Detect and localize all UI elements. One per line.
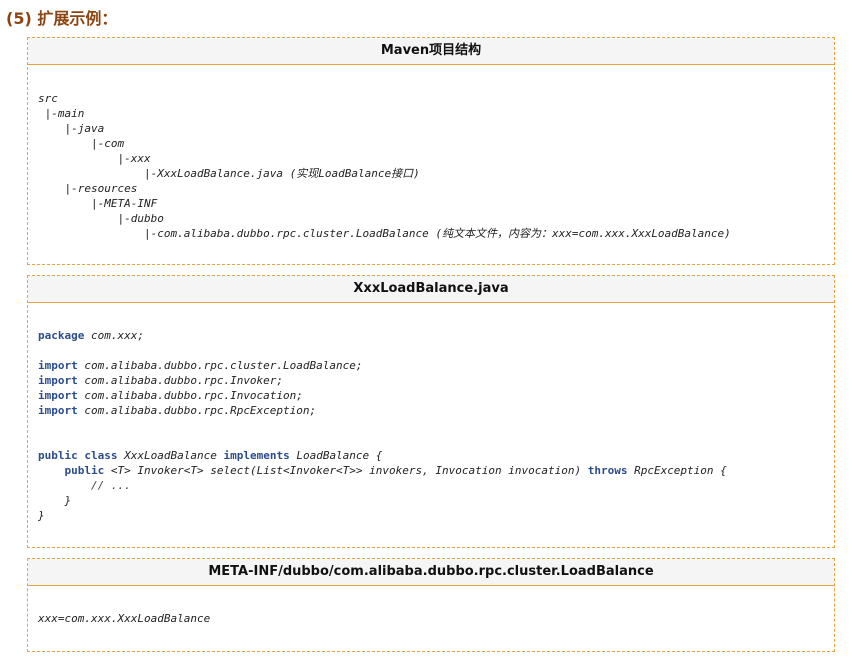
meta-inf-content: xxx=com.xxx.XxxLoadBalance	[38, 611, 824, 626]
maven-structure-panel: Maven项目结构 src |-main |-java |-com |-xxx …	[27, 37, 835, 265]
java-source-title: XxxLoadBalance.java	[28, 276, 834, 303]
tree-line: |-com.alibaba.dubbo.rpc.cluster.LoadBala…	[38, 227, 731, 240]
import-path: com.alibaba.dubbo.rpc.RpcException;	[77, 404, 317, 417]
keyword-import: import	[38, 389, 78, 402]
directory-tree: src |-main |-java |-com |-xxx |-XxxLoadB…	[38, 91, 824, 241]
tree-line: |-META-INF	[38, 197, 158, 210]
method-signature: <T> Invoker<T> select(List<Invoker<T>> i…	[104, 464, 588, 477]
tree-line: |-java	[38, 122, 105, 135]
tree-line: |-main	[38, 107, 85, 120]
keyword-import: import	[38, 404, 78, 417]
tree-line: |-dubbo	[38, 212, 164, 225]
class-close-brace: }	[38, 509, 45, 522]
keyword-class: class	[84, 449, 118, 462]
import-path: com.alibaba.dubbo.rpc.Invoker;	[77, 374, 284, 387]
keyword-throws: throws	[587, 464, 628, 477]
java-source-panel: XxxLoadBalance.java package com.xxx; imp…	[27, 275, 835, 548]
tree-line: src	[38, 92, 58, 105]
tree-line: |-xxx	[38, 152, 151, 165]
keyword-import: import	[38, 359, 78, 372]
import-path: com.alibaba.dubbo.rpc.cluster.LoadBalanc…	[77, 359, 363, 372]
keyword-public: public	[38, 449, 78, 462]
throws-exception: RpcException {	[627, 464, 727, 477]
keyword-implements: implements	[223, 449, 290, 462]
meta-inf-panel: META-INF/dubbo/com.alibaba.dubbo.rpc.clu…	[27, 558, 835, 652]
keyword-public: public	[64, 464, 105, 477]
tree-line: |-XxxLoadBalance.java (实现LoadBalance接口)	[38, 167, 420, 180]
interface-name: LoadBalance {	[289, 449, 383, 462]
maven-structure-title: Maven项目结构	[28, 38, 834, 65]
section-heading: (5) 扩展示例：	[6, 9, 118, 28]
meta-inf-line: xxx=com.xxx.XxxLoadBalance	[38, 612, 211, 625]
meta-inf-title: META-INF/dubbo/com.alibaba.dubbo.rpc.clu…	[28, 559, 834, 586]
class-name: XxxLoadBalance	[117, 449, 224, 462]
keyword-package: package	[38, 329, 85, 342]
java-code-block: package com.xxx; import com.alibaba.dubb…	[38, 328, 824, 523]
keyword-import: import	[38, 374, 78, 387]
method-close-brace: }	[38, 494, 72, 507]
package-name: com.xxx;	[84, 329, 144, 342]
tree-line: |-com	[38, 137, 125, 150]
tree-line: |-resources	[38, 182, 138, 195]
code-comment: // ...	[38, 479, 131, 492]
import-path: com.alibaba.dubbo.rpc.Invocation;	[77, 389, 303, 402]
